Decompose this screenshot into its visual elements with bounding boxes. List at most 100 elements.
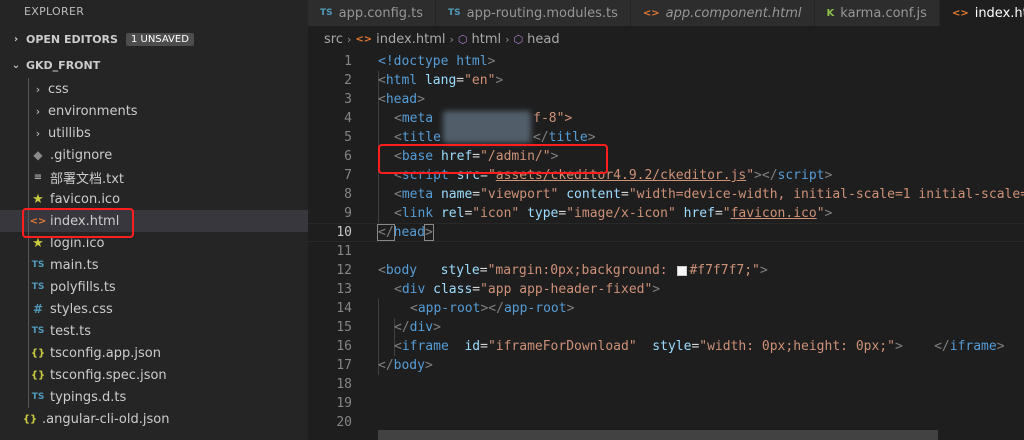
line-number: 4 [344, 111, 352, 126]
indent-guide [28, 254, 29, 276]
file-gitignore[interactable]: ◆ .gitignore [0, 144, 308, 166]
breadcrumb-html[interactable]: html [471, 32, 501, 47]
token: "app app-header-fixed" [480, 282, 653, 297]
token: < [394, 168, 402, 183]
hash-icon: # [32, 302, 44, 316]
token: < [378, 92, 386, 107]
token: > [566, 301, 575, 316]
indent-guide [28, 232, 29, 254]
tab-app-config[interactable]: TS app.config.ts [308, 0, 437, 26]
token: href [433, 149, 473, 164]
horizontal-scrollbar[interactable] [378, 430, 938, 440]
element-node-icon: ⬡ [513, 32, 524, 46]
file-test-ts[interactable]: TS test.ts [0, 320, 308, 342]
chevron-down-icon: ⌄ [11, 59, 21, 71]
line-number: 13 [336, 282, 352, 297]
line-number: 10 [336, 225, 352, 240]
folder-utillibs[interactable]: › utillibs [0, 122, 308, 144]
file-login-ico[interactable]: ★ login.ico [0, 232, 308, 254]
tab-karma-conf[interactable]: K karma.conf.js [814, 0, 940, 26]
file-index-html[interactable]: <> index.html [0, 210, 308, 232]
token: = [472, 282, 481, 297]
file-main-ts[interactable]: TS main.ts [0, 254, 308, 276]
editor-area: TS app.config.ts TS app-routing.modules.… [308, 0, 1024, 440]
token: > [550, 149, 559, 164]
token: id [448, 339, 481, 354]
token: body [393, 358, 425, 373]
tree-item-label: main.ts [50, 257, 99, 273]
link-token[interactable]: assets/ckeditor4.9.2/ckeditor.js [496, 168, 746, 183]
file-deploy-doc[interactable]: ≡ 部署文档.txt [0, 166, 308, 188]
token: html [385, 73, 418, 88]
breadcrumb: src › <> index.html › ⬡ html › ⬡ head [308, 26, 1024, 52]
code-text: <base href="/admin/"> [352, 147, 558, 166]
breadcrumb-file[interactable]: index.html [376, 32, 445, 47]
token: iframe [401, 339, 449, 354]
file-tsconfig-spec[interactable]: {} tsconfig.spec.json [0, 364, 308, 386]
star-icon: ★ [32, 235, 44, 251]
chevron-right-icon: › [449, 32, 454, 46]
token: f-8"> [533, 111, 573, 126]
breadcrumb-src[interactable]: src [324, 32, 343, 47]
tree-item-label: index.html [50, 213, 120, 229]
tab-app-routing[interactable]: TS app-routing.modules.ts [436, 0, 631, 26]
code-line: 8 <meta name="viewport" content="width=d… [308, 185, 1024, 204]
token: head [393, 225, 425, 240]
html-icon: <> [642, 7, 660, 19]
token: < [394, 282, 402, 297]
code-text: <iframe id="iframeForDownload" style="wi… [352, 337, 1005, 356]
token: class [425, 282, 473, 297]
tree-item-label: 部署文档.txt [50, 171, 125, 187]
token: > [433, 320, 441, 335]
code-editor[interactable]: 1 <!doctype html> 2 <html lang="en"> 3 <… [308, 52, 1024, 432]
indent-guide [28, 210, 29, 232]
line-number: 1 [344, 54, 352, 69]
color-swatch[interactable] [677, 265, 688, 276]
token: script [777, 168, 825, 183]
token: </ [394, 320, 410, 335]
code-line: 3 <head> [308, 90, 1024, 109]
code-text: <!doctype html> [352, 52, 495, 71]
code-line: 2 <html lang="en"> [308, 71, 1024, 90]
line-number: 12 [336, 263, 352, 278]
tree-item-label: utillibs [48, 125, 91, 141]
indent-guide [28, 276, 29, 298]
file-angular-cli-old[interactable]: {} .angular-cli-old.json [0, 408, 308, 430]
file-polyfills-ts[interactable]: TS polyfills.ts [0, 276, 308, 298]
token: div [409, 320, 434, 335]
tab-index-html[interactable]: <> index.html [939, 0, 1024, 26]
file-favicon[interactable]: ★ favicon.ico [0, 188, 308, 210]
link-token[interactable]: favicon.ico [731, 206, 817, 221]
token: > [417, 92, 425, 107]
folder-environments[interactable]: › environments [0, 100, 308, 122]
indent-guide [28, 386, 29, 408]
tab-label: app-routing.modules.ts [466, 5, 618, 21]
token: < [378, 73, 386, 88]
typescript-icon: TS [448, 8, 461, 18]
chevron-right-icon: › [35, 104, 41, 118]
file-typings-ts[interactable]: TS typings.d.ts [0, 386, 308, 408]
token: lang [417, 73, 457, 88]
file-styles-css[interactable]: # styles.css [0, 298, 308, 320]
token: = [480, 168, 488, 183]
redaction-blur [443, 111, 531, 143]
text-file-icon: ≡ [33, 171, 43, 183]
token: " [487, 168, 496, 183]
code-text: <html lang="en"> [352, 71, 503, 90]
token: > [759, 263, 768, 278]
token: < [394, 339, 402, 354]
project-section[interactable]: ⌄ GKD_FRONT [0, 52, 308, 78]
token: meta [401, 111, 434, 126]
breadcrumb-head[interactable]: head [527, 32, 559, 47]
file-tsconfig-app[interactable]: {} tsconfig.app.json [0, 342, 308, 364]
folder-css[interactable]: › css [0, 78, 308, 100]
token: content [558, 187, 622, 202]
tab-label: index.html [974, 5, 1024, 21]
tab-app-component[interactable]: <> app.component.html [630, 0, 815, 26]
open-editors-section[interactable]: › OPEN EDITORS 1 UNSAVED [0, 26, 308, 52]
chevron-right-icon: › [35, 82, 41, 96]
token: = [479, 263, 488, 278]
